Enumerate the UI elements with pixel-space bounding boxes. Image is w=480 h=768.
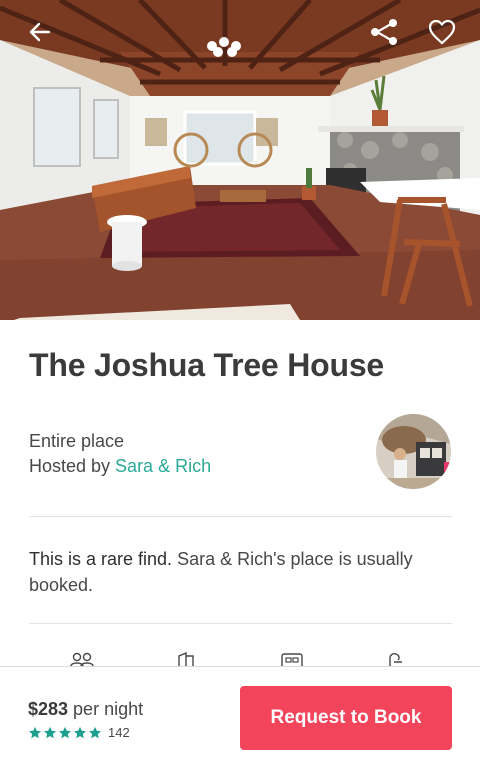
place-type: Entire place: [29, 431, 125, 451]
living-room-photo: [0, 0, 480, 320]
star-icon: [28, 726, 42, 738]
hosted-by-prefix: Hosted by: [29, 456, 116, 476]
hosted-by: Hosted by Sara & Rich: [29, 454, 211, 478]
request-to-book-button[interactable]: Request to Book: [240, 686, 452, 750]
beds-icon: [281, 653, 303, 666]
star-icon: [88, 726, 102, 738]
divider: [29, 516, 452, 517]
host-avatar[interactable]: [376, 414, 451, 489]
host-avatar-photo: [376, 414, 451, 489]
price-amount: $283: [28, 699, 69, 719]
share-icon: [371, 19, 397, 45]
back-button[interactable]: [22, 14, 58, 50]
star-icon: [43, 726, 57, 738]
share-button[interactable]: [366, 14, 402, 50]
favorite-button[interactable]: [424, 14, 460, 50]
rare-find-notice: This is a rare find. Sara & Rich's place…: [29, 546, 449, 598]
rating-summary[interactable]: 142: [28, 725, 130, 740]
heart-icon: [428, 19, 456, 45]
price-unit: per night: [68, 699, 144, 719]
bedrooms-icon: [178, 652, 194, 666]
star-icon: [58, 726, 72, 738]
listing-photo[interactable]: [0, 0, 480, 320]
back-arrow-icon: [29, 22, 51, 42]
guests-icon: [70, 652, 94, 666]
star-icon: [73, 726, 87, 738]
nightly-price: $283 per night: [28, 697, 143, 721]
star-rating: [28, 726, 102, 740]
listing-title: The Joshua Tree House: [29, 347, 385, 383]
divider: [29, 623, 452, 624]
booking-bar: $283 per night 142 Request to Book: [0, 666, 480, 768]
review-count: 142: [108, 725, 130, 740]
baths-icon: [389, 653, 402, 666]
host-name-link[interactable]: Sara & Rich: [115, 456, 211, 476]
rare-find-highlight: This is a rare find.: [29, 549, 173, 569]
